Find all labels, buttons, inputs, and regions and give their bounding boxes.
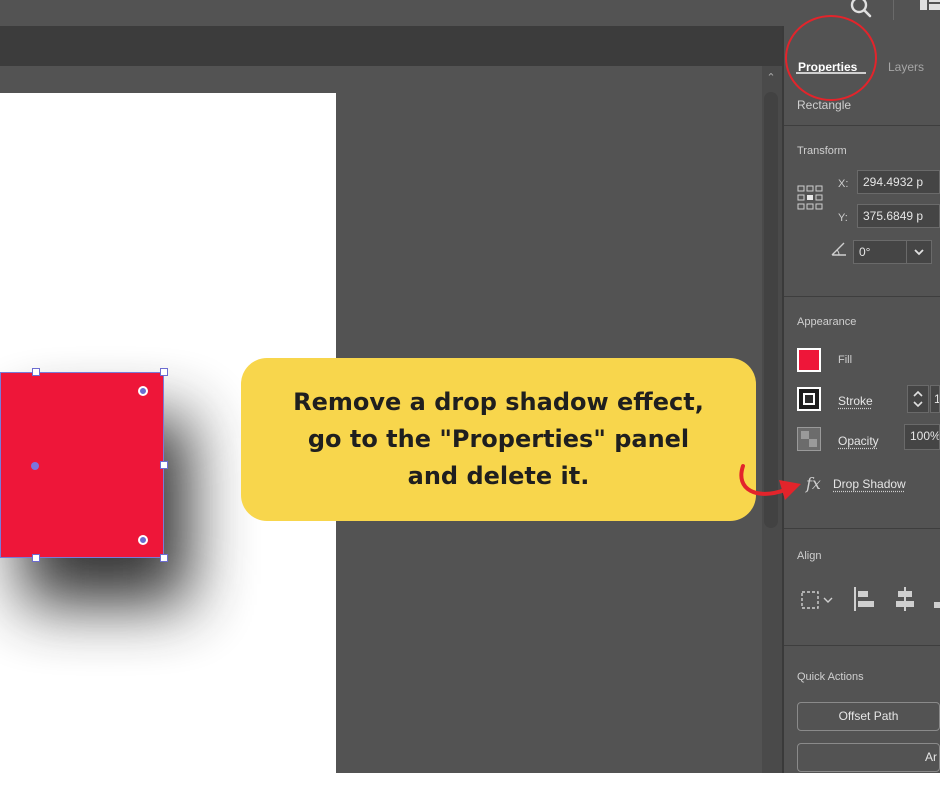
- y-position-field[interactable]: 375.6849 p: [857, 204, 940, 228]
- quick-action-button-label: Ar: [925, 750, 937, 764]
- selection-handle-bottom-left[interactable]: [32, 554, 40, 562]
- align-to-selection-icon[interactable]: [800, 588, 836, 612]
- stepper-arrows-icon: [913, 390, 923, 408]
- section-divider: [784, 125, 940, 126]
- tab-layers[interactable]: Layers: [888, 60, 924, 74]
- bottom-edge: [0, 773, 940, 788]
- corner-radius-widget-bottom[interactable]: [138, 535, 148, 545]
- transform-section-title: Transform: [797, 145, 847, 157]
- section-divider: [784, 528, 940, 529]
- document-tab-strip: [0, 26, 782, 66]
- rotate-angle-icon: [831, 242, 846, 256]
- fill-label: Fill: [838, 354, 853, 366]
- corner-radius-widget-top[interactable]: [138, 386, 148, 396]
- offset-path-button[interactable]: Offset Path: [797, 702, 940, 731]
- selected-rectangle[interactable]: [0, 372, 164, 558]
- selection-handle-right[interactable]: [160, 461, 168, 469]
- workspace-switcher-icon[interactable]: [918, 0, 940, 14]
- chevron-down-icon: [914, 249, 924, 256]
- x-position-field[interactable]: 294.4932 p: [857, 170, 940, 194]
- stroke-label[interactable]: Stroke: [838, 394, 873, 408]
- top-menu-bar: [0, 0, 940, 26]
- drop-shadow-effect-link[interactable]: Drop Shadow: [833, 477, 906, 491]
- rotation-dropdown-button[interactable]: [906, 240, 932, 264]
- appearance-section-title: Appearance: [797, 316, 857, 328]
- opacity-field[interactable]: 100%: [904, 424, 940, 450]
- offset-path-button-label: Offset Path: [838, 709, 899, 723]
- align-left-icon[interactable]: [852, 586, 876, 612]
- instruction-callout: Remove a drop shadow effect, go to the "…: [241, 358, 756, 521]
- quick-action-button[interactable]: Ar: [797, 743, 940, 772]
- properties-tab-highlight-circle: [785, 15, 877, 101]
- rectangle-center-point: [31, 462, 39, 470]
- selection-handle-top-left[interactable]: [32, 368, 40, 376]
- instruction-callout-text: Remove a drop shadow effect, go to the "…: [293, 388, 704, 490]
- section-divider: [784, 296, 940, 297]
- align-horizontal-center-icon[interactable]: [893, 586, 917, 612]
- opacity-swatch[interactable]: [797, 427, 821, 451]
- x-label: X:: [838, 178, 849, 190]
- align-right-icon[interactable]: [932, 586, 940, 612]
- rotation-angle-field[interactable]: 0°: [853, 240, 907, 264]
- topbar-divider: [893, 0, 894, 20]
- search-icon[interactable]: [848, 0, 874, 20]
- scroll-up-chevron-icon[interactable]: ⌃: [764, 70, 778, 86]
- opacity-label[interactable]: Opacity: [838, 434, 879, 448]
- stroke-color-swatch[interactable]: [797, 387, 821, 411]
- selection-handle-top-right[interactable]: [160, 368, 168, 376]
- selection-handle-bottom-right[interactable]: [160, 554, 168, 562]
- stroke-weight-field[interactable]: 1: [930, 385, 940, 413]
- stroke-weight-stepper[interactable]: [907, 385, 929, 413]
- curved-arrow-icon: [739, 464, 801, 500]
- section-divider: [784, 645, 940, 646]
- fill-color-swatch[interactable]: [797, 348, 821, 372]
- align-section-title: Align: [797, 550, 822, 562]
- y-label: Y:: [838, 212, 848, 224]
- transparency-checker-icon: [801, 431, 817, 447]
- quick-actions-section-title: Quick Actions: [797, 671, 864, 683]
- reference-point-icon[interactable]: [797, 185, 825, 213]
- fx-icon: fx: [806, 474, 821, 493]
